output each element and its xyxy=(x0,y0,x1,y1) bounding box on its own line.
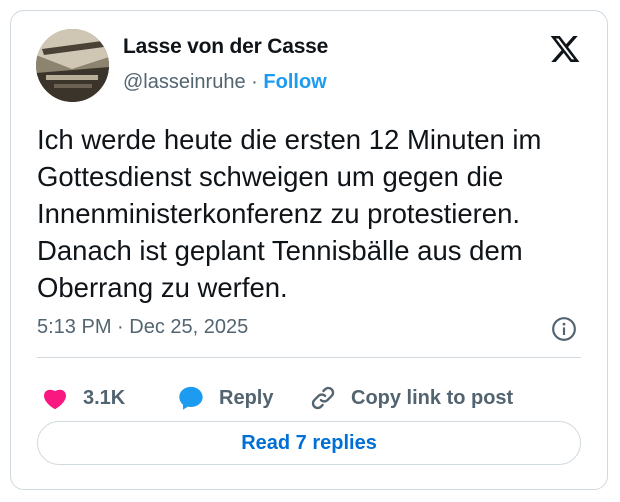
divider xyxy=(37,357,581,358)
tweet-date: Dec 25, 2025 xyxy=(129,316,249,338)
speech-bubble-icon xyxy=(179,386,203,410)
action-bar: 3.1K Reply Copy link to post xyxy=(37,375,597,421)
author-handle[interactable]: @lasseinruhe xyxy=(123,71,246,93)
avatar[interactable] xyxy=(36,29,109,102)
copy-link-label: Copy link to post xyxy=(351,386,514,409)
author-name[interactable]: Lasse von der Casse xyxy=(123,35,328,59)
handle-row: @lasseinruhe · Follow xyxy=(123,71,327,94)
tweet-time: 5:13 PM xyxy=(37,316,112,338)
heart-icon xyxy=(44,389,66,410)
reply-label: Reply xyxy=(219,386,274,409)
avatar-image xyxy=(36,29,109,102)
likes-count: 3.1K xyxy=(83,386,126,409)
link-icon xyxy=(311,386,335,410)
reply-button[interactable]: Reply xyxy=(177,375,273,421)
follow-button[interactable]: Follow xyxy=(263,71,326,93)
info-icon[interactable] xyxy=(551,316,577,342)
tweet-text: Ich werde heute die ersten 12 Minuten im… xyxy=(37,124,542,303)
handle-separator: · xyxy=(251,71,258,93)
timestamp-separator: · xyxy=(117,316,124,338)
x-logo-icon[interactable] xyxy=(549,33,581,65)
like-button[interactable]: 3.1K xyxy=(41,375,125,421)
timestamp[interactable]: 5:13 PM · Dec 25, 2025 xyxy=(37,316,248,339)
tweet-card: Lasse von der Casse @lasseinruhe · Follo… xyxy=(10,10,608,490)
copy-link-button[interactable]: Copy link to post xyxy=(309,375,513,421)
read-replies-button[interactable]: Read 7 replies xyxy=(37,421,581,465)
